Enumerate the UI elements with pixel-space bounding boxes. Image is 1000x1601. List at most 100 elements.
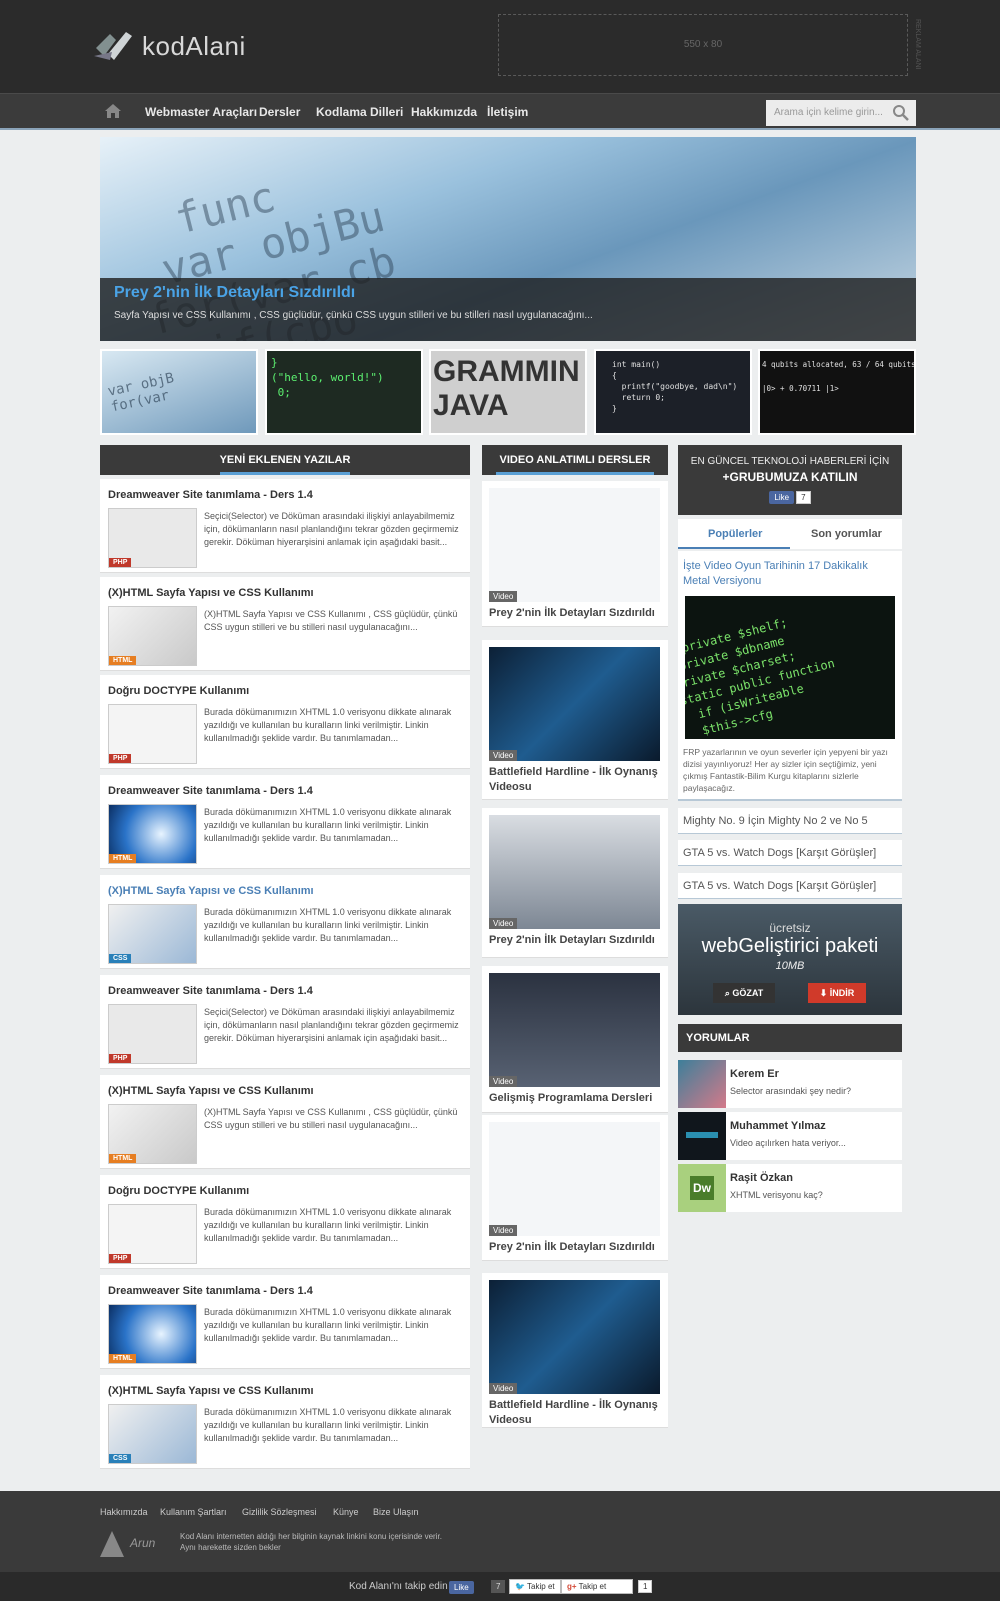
ad-banner[interactable]: 550 x 80 REKLAM ALANI <box>498 14 921 76</box>
post-title[interactable]: Dreamweaver Site tanımlama - Ders 1.4 <box>108 489 313 501</box>
slider-thumb-4[interactable]: int main() { printf("goodbye, dad\n") re… <box>594 349 752 435</box>
video-thumbnail[interactable]: Video <box>489 973 660 1087</box>
post-thumbnail[interactable]: HTML <box>108 804 197 864</box>
slider-thumb-1[interactable]: var objB for(var <box>100 349 258 435</box>
slider-title[interactable]: Prey 2'nin İlk Detayları Sızdırıldı <box>114 284 355 302</box>
video-thumbnail[interactable]: Video <box>489 1122 660 1236</box>
comment-item[interactable]: Muhammet Yılmaz Video açılırken hata ver… <box>678 1112 902 1160</box>
post-thumbnail[interactable]: CSS <box>108 1404 197 1464</box>
footer-link-about[interactable]: Hakkımızda <box>100 1507 148 1517</box>
video-title[interactable]: Prey 2'nin İlk Detayları Sızdırıldı <box>489 1240 664 1255</box>
nav-item-dersler[interactable]: Dersler <box>259 105 300 119</box>
tab-comments[interactable]: Son yorumlar <box>811 528 882 540</box>
post-category-tag[interactable]: PHP <box>109 1254 132 1263</box>
video-item[interactable]: Video Battlefield Hardline - İlk Oynanış … <box>482 1273 668 1428</box>
search-input[interactable]: Arama için kelime girin... <box>766 100 916 126</box>
video-title[interactable]: Battlefield Hardline - İlk Oynanış Video… <box>489 1398 664 1428</box>
slider-thumb-5[interactable]: 4 qubits allocated, 63 / 64 qubits |0> +… <box>758 349 916 435</box>
nav-item-webmaster[interactable]: Webmaster Araçları <box>145 105 257 119</box>
facebook-like[interactable]: Like 7 <box>678 489 902 504</box>
post-category-tag[interactable]: CSS <box>109 954 132 963</box>
post-item[interactable]: Dreamweaver Site tanımlama - Ders 1.4 PHP… <box>100 975 470 1069</box>
nav-item-iletisim[interactable]: İletişim <box>487 105 528 119</box>
googleplus-follow-button[interactable]: g+ Takip et <box>561 1579 633 1594</box>
footer-link-imprint[interactable]: Künye <box>333 1507 359 1517</box>
post-thumbnail[interactable]: CSS <box>108 904 197 964</box>
video-title[interactable]: Prey 2'nin İlk Detayları Sızdırıldı <box>489 933 664 948</box>
video-title[interactable]: Gelişmiş Programlama Dersleri <box>489 1091 664 1106</box>
avatar[interactable] <box>678 1060 726 1108</box>
site-logo[interactable]: kodAlani <box>92 24 262 68</box>
avatar[interactable]: Dw <box>678 1164 726 1212</box>
twitter-follow-button[interactable]: 🐦 Takip et <box>509 1579 561 1594</box>
facebook-like-button[interactable]: Like <box>449 1581 474 1594</box>
post-thumbnail[interactable]: HTML <box>108 1104 197 1164</box>
slider-thumb-2[interactable]: } ("hello, world!") 0; <box>265 349 423 435</box>
popular-featured[interactable]: İşte Video Oyun Tarihinin 17 Dakikalık M… <box>678 551 902 801</box>
post-category-tag[interactable]: CSS <box>109 1454 132 1463</box>
post-category-tag[interactable]: PHP <box>109 754 132 763</box>
post-item[interactable]: (X)HTML Sayfa Yapısı ve CSS Kullanımı CSS… <box>100 1375 470 1469</box>
post-title[interactable]: Dreamweaver Site tanımlama - Ders 1.4 <box>108 785 313 797</box>
video-thumbnail[interactable]: Video <box>489 1280 660 1394</box>
post-category-tag[interactable]: HTML <box>109 1154 137 1163</box>
search-icon[interactable] <box>892 104 910 122</box>
post-title[interactable]: Doğru DOCTYPE Kullanımı <box>108 1185 249 1197</box>
footer-facebook-like[interactable]: Like <box>449 1579 474 1594</box>
nav-item-hakkimizda[interactable]: Hakkımızda <box>411 105 477 119</box>
post-title[interactable]: (X)HTML Sayfa Yapısı ve CSS Kullanımı <box>108 1385 314 1397</box>
video-title[interactable]: Battlefield Hardline - İlk Oynanış Video… <box>489 765 664 795</box>
post-item[interactable]: Doğru DOCTYPE Kullanımı PHP Burada döküman… <box>100 1175 470 1269</box>
post-thumbnail[interactable]: PHP <box>108 1204 197 1264</box>
comment-author[interactable]: Raşit Özkan <box>730 1172 793 1184</box>
footer-link-privacy[interactable]: Gizlilik Sözleşmesi <box>242 1507 317 1517</box>
featured-image[interactable]: private $shelf; private $dbname private … <box>685 596 895 739</box>
video-item[interactable]: Video Prey 2'nin İlk Detayları Sızdırıldı <box>482 481 668 627</box>
post-category-tag[interactable]: HTML <box>109 854 137 863</box>
post-category-tag[interactable]: PHP <box>109 558 132 567</box>
footer-link-contact[interactable]: Bize Ulaşın <box>373 1507 419 1517</box>
footer-link-terms[interactable]: Kullanım Şartları <box>160 1507 227 1517</box>
comment-item[interactable]: Kerem Er Selector arasındaki şey nedir? <box>678 1060 902 1108</box>
home-icon[interactable] <box>104 102 122 120</box>
popular-link[interactable]: Mighty No. 9 İçin Mighty No 2 ve No 5 <box>678 808 902 834</box>
comment-author[interactable]: Kerem Er <box>730 1068 779 1080</box>
post-thumbnail[interactable]: HTML <box>108 1304 197 1364</box>
comment-item[interactable]: Dw Raşit Özkan XHTML verisyonu kaç? <box>678 1164 902 1212</box>
nav-item-kodlama[interactable]: Kodlama Dilleri <box>316 105 403 119</box>
post-title[interactable]: Doğru DOCTYPE Kullanımı <box>108 685 249 697</box>
comment-author[interactable]: Muhammet Yılmaz <box>730 1120 826 1132</box>
like-button[interactable]: Like <box>769 491 795 504</box>
video-title[interactable]: Prey 2'nin İlk Detayları Sızdırıldı <box>489 606 664 621</box>
post-item[interactable]: Dreamweaver Site tanımlama - Ders 1.4 HTM… <box>100 775 470 869</box>
post-thumbnail[interactable]: PHP <box>108 1004 197 1064</box>
popular-link[interactable]: GTA 5 vs. Watch Dogs [Karşıt Görüşler] <box>678 873 902 899</box>
browse-button[interactable]: ⌕ GÖZAT <box>713 983 775 1003</box>
video-thumbnail[interactable]: Video <box>489 647 660 761</box>
post-item[interactable]: Dreamweaver Site tanımlama - Ders 1.4 HTM… <box>100 1275 470 1369</box>
video-item[interactable]: Video Gelişmiş Programlama Dersleri <box>482 966 668 1113</box>
featured-title[interactable]: İşte Video Oyun Tarihinin 17 Dakikalık M… <box>683 559 893 589</box>
post-thumbnail[interactable]: PHP <box>108 704 197 764</box>
post-title[interactable]: Dreamweaver Site tanımlama - Ders 1.4 <box>108 985 313 997</box>
post-category-tag[interactable]: HTML <box>109 1354 137 1363</box>
video-item[interactable]: Video Prey 2'nin İlk Detayları Sızdırıldı <box>482 808 668 958</box>
featured-slider[interactable]: func var objBu for(var cb if(cbo Prey 2'… <box>100 137 916 341</box>
avatar[interactable] <box>678 1112 726 1160</box>
video-item[interactable]: Video Prey 2'nin İlk Detayları Sızdırıldı <box>482 1115 668 1261</box>
post-item[interactable]: Dreamweaver Site tanımlama - Ders 1.4 PHP… <box>100 479 470 573</box>
video-thumbnail[interactable]: Video <box>489 815 660 929</box>
video-item[interactable]: Video Battlefield Hardline - İlk Oynanış … <box>482 640 668 800</box>
download-button[interactable]: ⬇ İNDİR <box>808 983 866 1003</box>
post-thumbnail[interactable]: PHP <box>108 508 197 568</box>
video-thumbnail[interactable]: Video <box>489 488 660 602</box>
slider-thumb-3[interactable]: GRAMMIN JAVA <box>429 349 587 435</box>
post-item[interactable]: (X)HTML Sayfa Yapısı ve CSS Kullanımı CSS… <box>100 875 470 969</box>
post-thumbnail[interactable]: HTML <box>108 606 197 666</box>
post-title[interactable]: (X)HTML Sayfa Yapısı ve CSS Kullanımı <box>108 587 314 599</box>
post-category-tag[interactable]: HTML <box>109 656 137 665</box>
post-category-tag[interactable]: PHP <box>109 1054 132 1063</box>
post-title[interactable]: (X)HTML Sayfa Yapısı ve CSS Kullanımı <box>108 885 314 897</box>
popular-link[interactable]: GTA 5 vs. Watch Dogs [Karşıt Görüşler] <box>678 840 902 866</box>
post-title[interactable]: (X)HTML Sayfa Yapısı ve CSS Kullanımı <box>108 1085 314 1097</box>
